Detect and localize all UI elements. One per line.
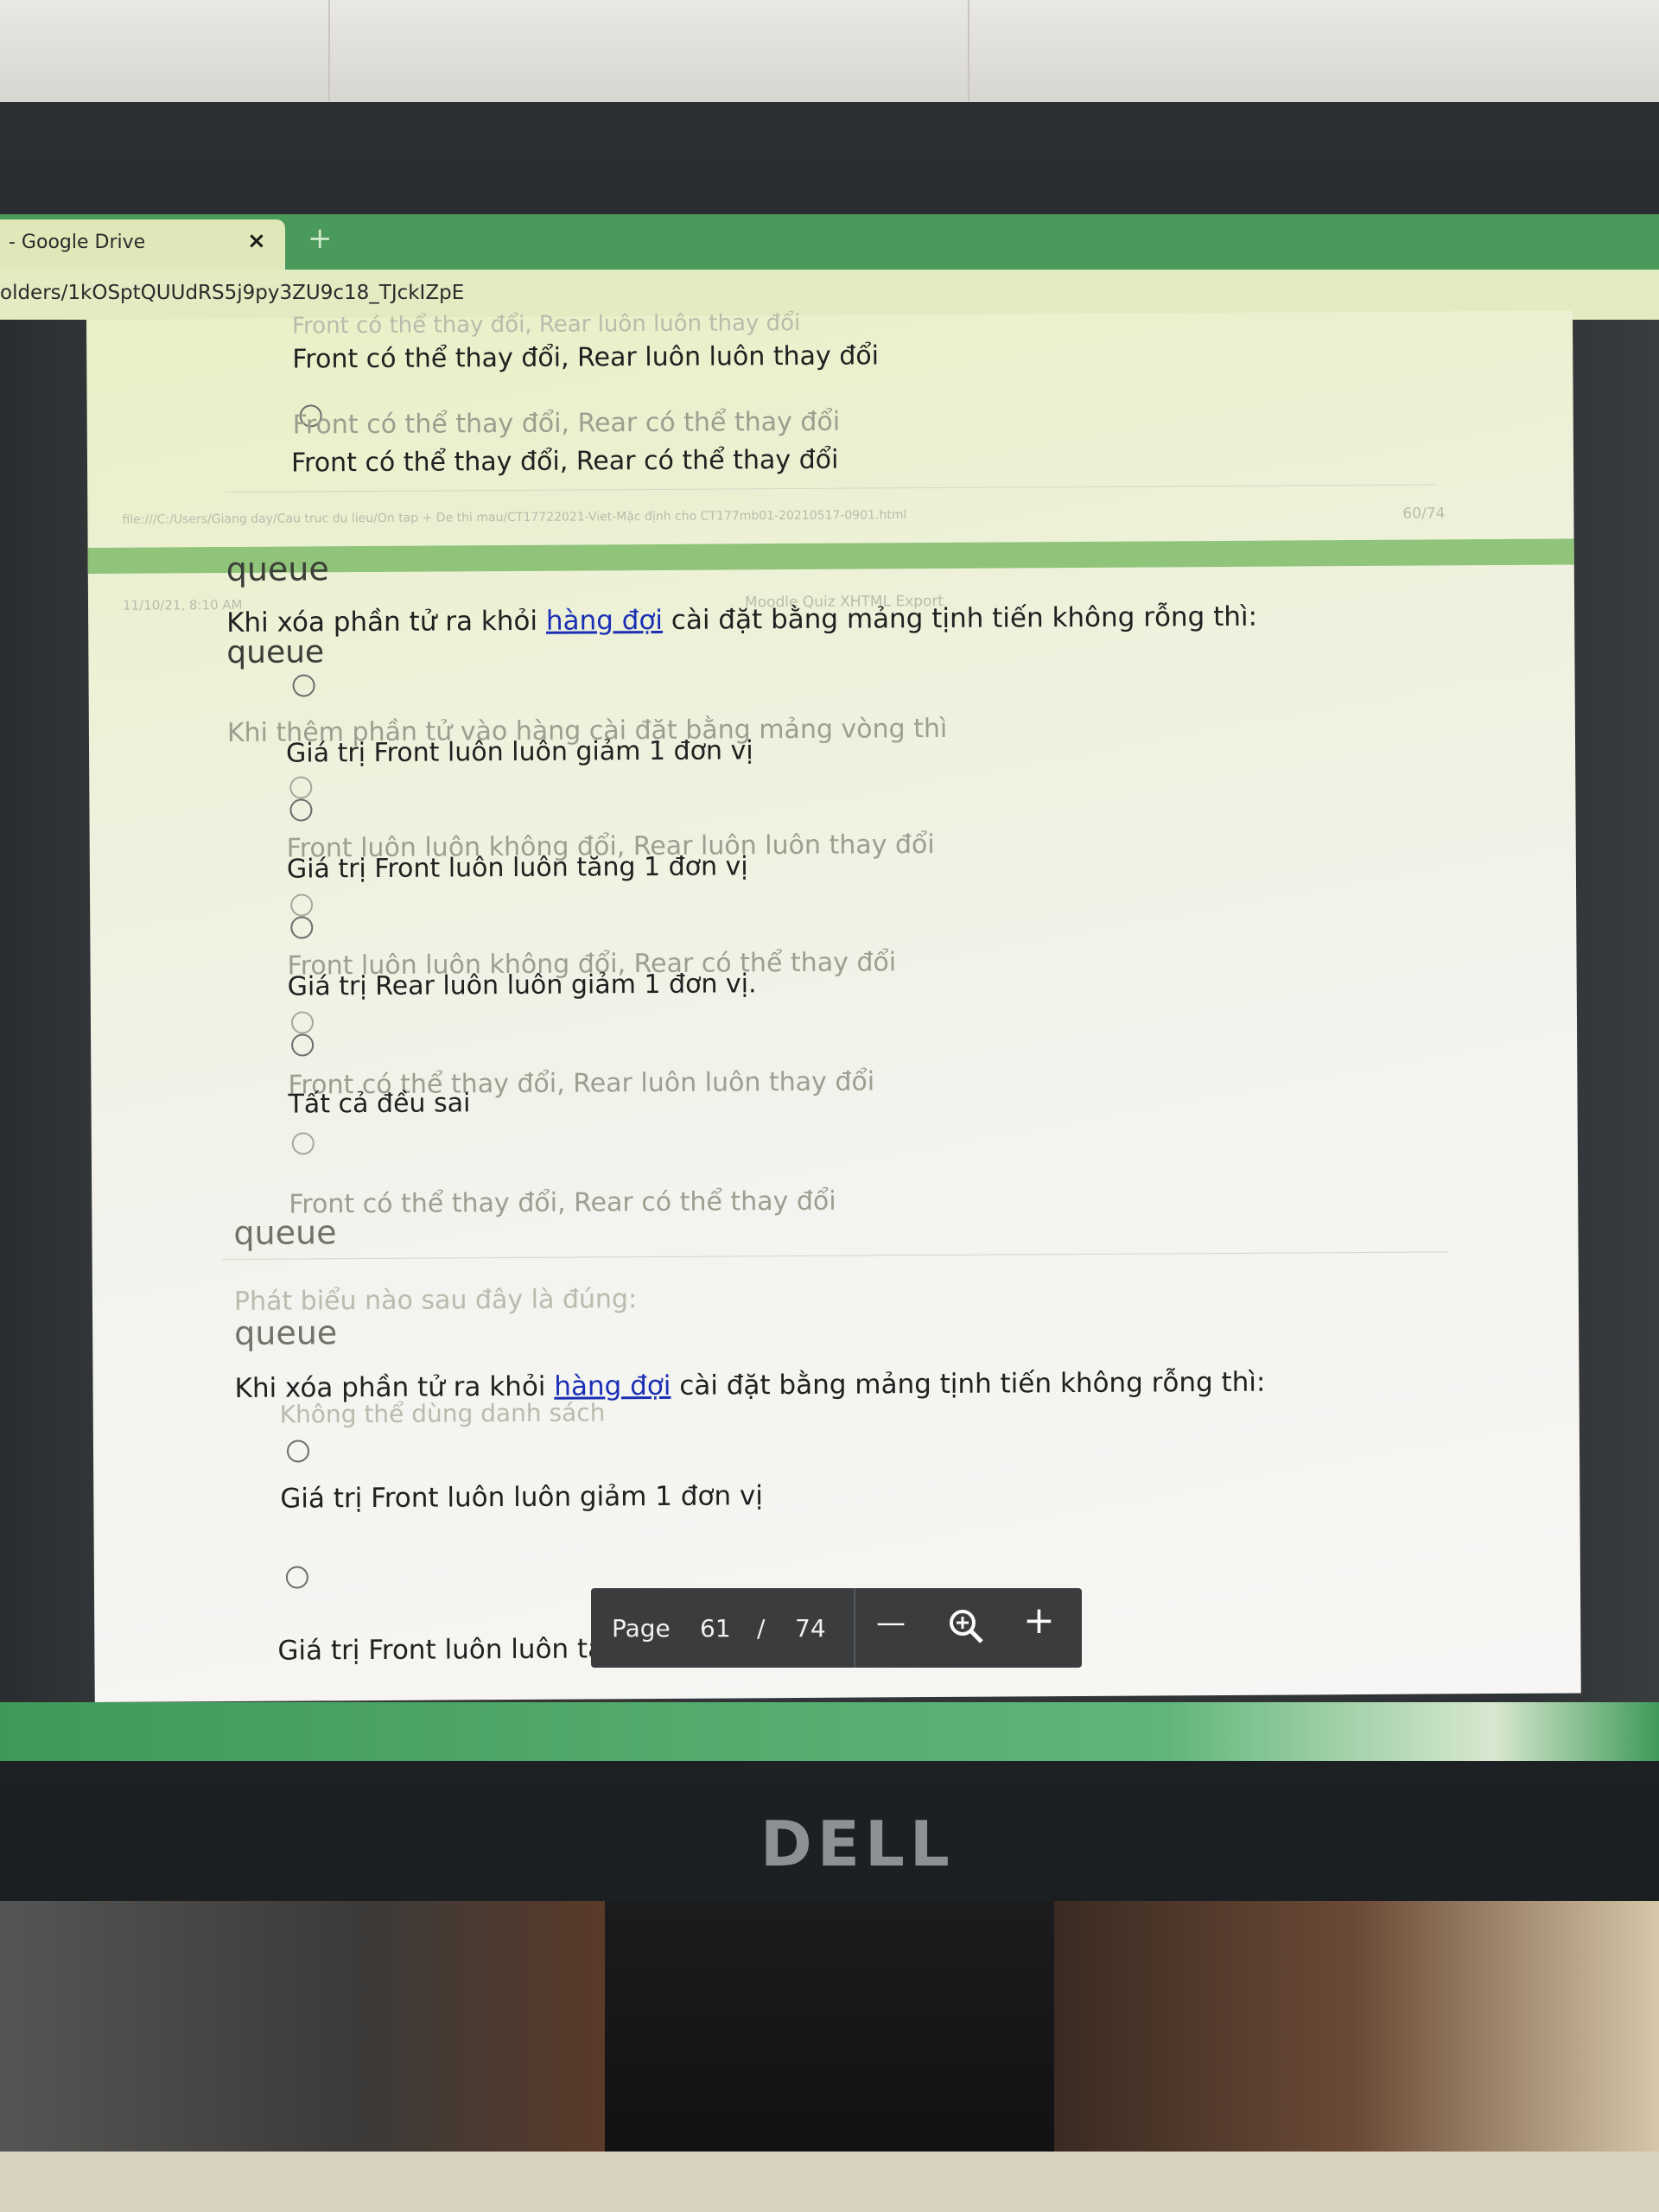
zoom-in-button[interactable]: +	[1023, 1599, 1055, 1643]
pager-divider	[854, 1588, 855, 1668]
magnifier-icon	[950, 1610, 983, 1643]
browser-tab-bar: - Google Drive × +	[0, 214, 1659, 270]
option-text: Giá trị Front luôn luôn giảm 1 đơn vị	[285, 735, 753, 769]
option-text: Front có thể thay đổi, Rear luôn luôn th…	[292, 340, 880, 375]
radio-button[interactable]	[290, 1011, 315, 1034]
radio-button[interactable]	[291, 1033, 315, 1057]
question-link[interactable]: hàng đợi	[546, 605, 663, 637]
option-text: Front có thể thay đổi, Rear có thể thay …	[290, 444, 839, 479]
option-text: Giá trị Rear luôn luôn giảm 1 đơn vị.	[287, 969, 757, 1002]
option-text: Giá trị Front luôn luôn tăng 1 đơn vị	[286, 851, 748, 885]
close-tab-icon[interactable]: ×	[247, 228, 266, 254]
taskbar-strip	[0, 1702, 1659, 1761]
ghost-option-text: Front có thể thay đổi, Rear có thể thay …	[292, 406, 841, 441]
zoom-icon[interactable]	[947, 1607, 985, 1655]
desk-surface	[0, 2152, 1659, 2212]
radio-button[interactable]	[285, 1566, 308, 1589]
radio-button[interactable]	[289, 776, 313, 799]
new-tab-button[interactable]: +	[308, 221, 333, 256]
ghost-option-text: Không thể dùng danh sách	[279, 1398, 606, 1429]
footer-page-number: 60/74	[1402, 505, 1446, 523]
question-text: Khi xóa phần tử ra khỏi hàng đợi cài đặt…	[226, 601, 1258, 639]
question-category: queue	[226, 550, 329, 589]
monitor-screen: - Google Drive × + olders/1kOSptQUUdRS5j…	[0, 214, 1659, 1761]
radio-button[interactable]	[291, 1132, 315, 1155]
monitor-brand-logo: DELL	[760, 1808, 955, 1880]
zoom-out-button[interactable]: —	[876, 1605, 906, 1640]
question-category: queue	[233, 1213, 337, 1252]
divider	[226, 484, 1436, 493]
page-number-input[interactable]: 61	[700, 1614, 731, 1643]
page-separator: /	[757, 1614, 766, 1643]
header-timestamp: 11/10/21, 8:10 AM	[122, 596, 243, 613]
radio-button[interactable]	[286, 1440, 310, 1463]
radio-button[interactable]	[292, 674, 315, 697]
page-navigator: Page 61 / 74 — +	[591, 1588, 1082, 1668]
ghost-option-text: Front có thể thay đổi, Rear luôn luôn th…	[291, 309, 801, 340]
page-total: 74	[795, 1614, 826, 1643]
ceiling-tile-seam	[968, 0, 969, 112]
radio-button[interactable]	[290, 893, 314, 917]
tab-title: - Google Drive	[9, 232, 146, 253]
pdf-viewer: Front có thể thay đổi, Rear luôn luôn th…	[0, 310, 1659, 1702]
question-category: queue	[234, 1313, 338, 1352]
question-text: Khi xóa phần tử ra khỏi hàng đợi cài đặt…	[234, 1366, 1266, 1404]
ceiling-background	[0, 0, 1659, 112]
ghost-option-text: Front có thể thay đổi, Rear có thể thay …	[289, 1185, 836, 1220]
ghost-question-text: Phát biểu nào sau đây là đúng:	[233, 1284, 638, 1317]
question-link[interactable]: hàng đợi	[554, 1370, 671, 1402]
divider	[221, 1251, 1449, 1261]
pdf-page: Front có thể thay đổi, Rear luôn luôn th…	[86, 309, 1581, 1702]
page-label: Page	[612, 1614, 671, 1643]
ceiling-tile-seam	[328, 0, 330, 112]
browser-tab[interactable]: - Google Drive ×	[0, 219, 285, 270]
radio-button[interactable]	[290, 916, 314, 939]
radio-button[interactable]	[289, 798, 313, 822]
option-text: Giá trị Front luôn luôn giảm 1 đơn vị	[280, 1480, 764, 1515]
url-text[interactable]: olders/1kOSptQUUdRS5j9py3ZU9c18_TJckIZpE	[0, 282, 464, 304]
footer-path: file:///C:/Users/Giang day/Cau truc du l…	[122, 508, 907, 527]
ghost-category: queue	[226, 634, 325, 671]
option-text: Tất cả đều sai	[288, 1088, 471, 1120]
